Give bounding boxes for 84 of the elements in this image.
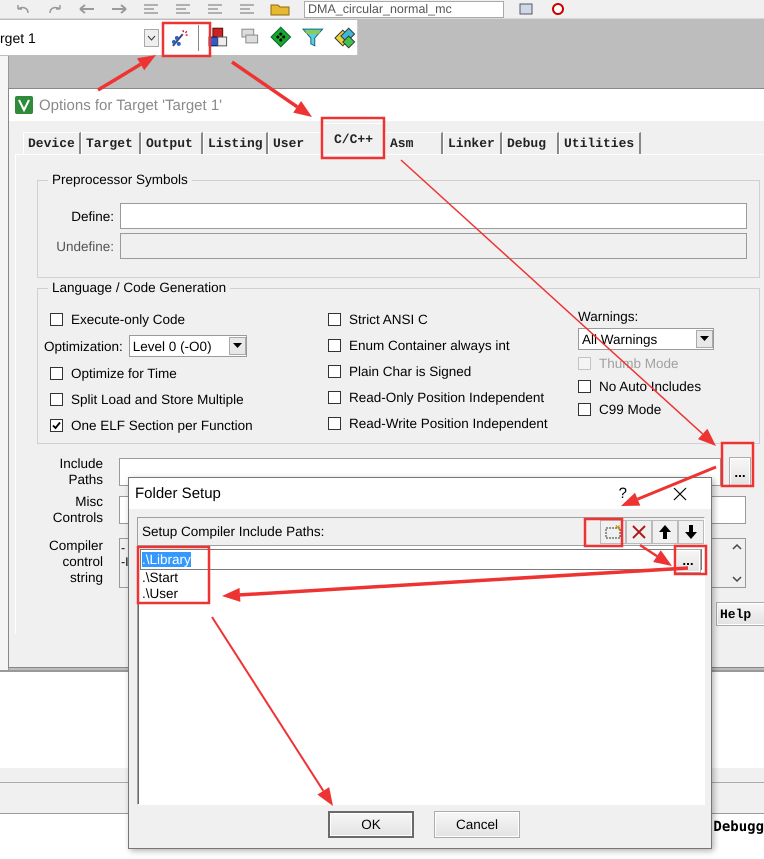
checkbox-label: No Auto Includes	[599, 378, 702, 394]
dropdown[interactable]: Level 0 (-O0)	[128, 335, 247, 357]
checkbox[interactable]	[328, 338, 341, 352]
annotation-arrow	[97, 55, 156, 92]
highlight-frame	[720, 442, 754, 488]
close-icon[interactable]	[673, 486, 687, 500]
highlight-frame	[584, 518, 624, 548]
field-label: Misc Controls	[52, 494, 103, 526]
new-folder-icon	[605, 524, 621, 538]
ok-button[interactable]: OK	[328, 811, 414, 838]
command-line-text: -	[121, 541, 126, 555]
help-button[interactable]: ?	[618, 485, 627, 502]
dropdown-arrow-icon	[700, 336, 709, 342]
path-edit-field[interactable]: .\Library ...	[140, 549, 702, 570]
group-title: Preprocessor Symbols	[48, 172, 192, 187]
checkbox[interactable]	[328, 390, 341, 404]
dialog-title: Folder Setup	[135, 485, 222, 502]
checkbox-label: Strict ANSI C	[349, 312, 428, 326]
path-item[interactable]: .\User	[140, 586, 178, 602]
move-up-button[interactable]	[652, 520, 678, 544]
down-arrow-icon	[685, 524, 697, 538]
group-title: Language / Code Generation	[48, 280, 230, 295]
checkbox[interactable]	[50, 418, 63, 432]
checkbox-label: C99 Mode	[599, 402, 662, 416]
checkbox-label: One ELF Section per Function	[71, 418, 253, 432]
funnel-icon[interactable]	[302, 26, 326, 50]
tab[interactable]: Target	[81, 132, 141, 154]
tab[interactable]: Utilities	[559, 132, 641, 154]
field-label: Warnings:	[578, 309, 640, 325]
path-text: .\Library	[142, 552, 191, 567]
checkbox-label: Read-Only Position Independent	[349, 390, 544, 404]
path-item[interactable]: .\Start	[140, 570, 178, 586]
command-line-text: -I	[121, 555, 130, 569]
delete-icon	[632, 524, 646, 538]
checkbox-label: Optimize for Time	[71, 366, 177, 380]
checkbox[interactable]	[50, 366, 63, 380]
checkbox-label: Enum Container always int	[349, 338, 510, 352]
cancel-button[interactable]: Cancel	[434, 811, 520, 838]
checkbox[interactable]	[328, 364, 341, 378]
checkbox[interactable]	[578, 380, 591, 392]
field-label: Optimization:	[44, 338, 123, 354]
browse-button[interactable]: ...	[729, 457, 751, 487]
app-logo-icon	[15, 96, 33, 114]
input-field[interactable]	[120, 233, 747, 259]
checkbox[interactable]	[328, 416, 341, 430]
tab[interactable]: Asm	[385, 132, 443, 154]
field-label: Compiler control string	[48, 538, 103, 586]
tab[interactable]: Device	[23, 132, 81, 154]
tab[interactable]: Linker	[443, 132, 502, 154]
checkbox-label: Split Load and Store Multiple	[71, 392, 244, 406]
back-arrow-icon	[78, 2, 96, 16]
field-label: Undefine:	[55, 238, 114, 254]
chips-icon[interactable]	[333, 26, 357, 50]
forward-arrow-icon	[110, 2, 128, 16]
tab[interactable]: Listing	[203, 132, 268, 154]
input-field[interactable]	[120, 203, 747, 229]
field-label: Define:	[70, 208, 114, 224]
delete-button[interactable]	[626, 520, 652, 544]
tab[interactable]: Debug	[502, 132, 559, 154]
checkbox-label: Plain Char is Signed	[349, 364, 472, 378]
checkbox-label: Read-Write Position Independent	[349, 416, 548, 430]
highlight-frame	[162, 22, 212, 58]
checkbox[interactable]	[50, 312, 63, 326]
diamond-icon[interactable]	[270, 26, 294, 50]
field-label: Include Paths	[58, 456, 103, 488]
up-arrow-icon	[659, 524, 671, 538]
help-button[interactable]: Help	[716, 602, 764, 626]
move-down-button[interactable]	[678, 520, 704, 544]
list-header: Setup Compiler Include Paths:	[142, 524, 326, 539]
checkbox[interactable]	[578, 402, 591, 416]
folder-icon	[270, 2, 290, 16]
checkbox[interactable]	[328, 312, 341, 326]
project-combo[interactable]: DMA_circular_normal_mc	[304, 0, 504, 18]
highlight-frame	[674, 544, 708, 576]
dropdown[interactable]: All Warnings	[578, 328, 714, 350]
checkbox-label: Execute-only Code	[71, 312, 186, 326]
tab[interactable]: User	[268, 132, 323, 154]
debug-tab[interactable]: Debugg	[713, 814, 764, 835]
tab[interactable]: Output	[141, 132, 203, 154]
highlight-frame	[320, 116, 386, 160]
checkbox[interactable]	[50, 392, 63, 406]
tab[interactable]: C/C++	[323, 123, 385, 154]
window-title: Options for Target 'Target 1'	[39, 96, 222, 114]
dropdown-arrow-icon	[232, 343, 242, 349]
